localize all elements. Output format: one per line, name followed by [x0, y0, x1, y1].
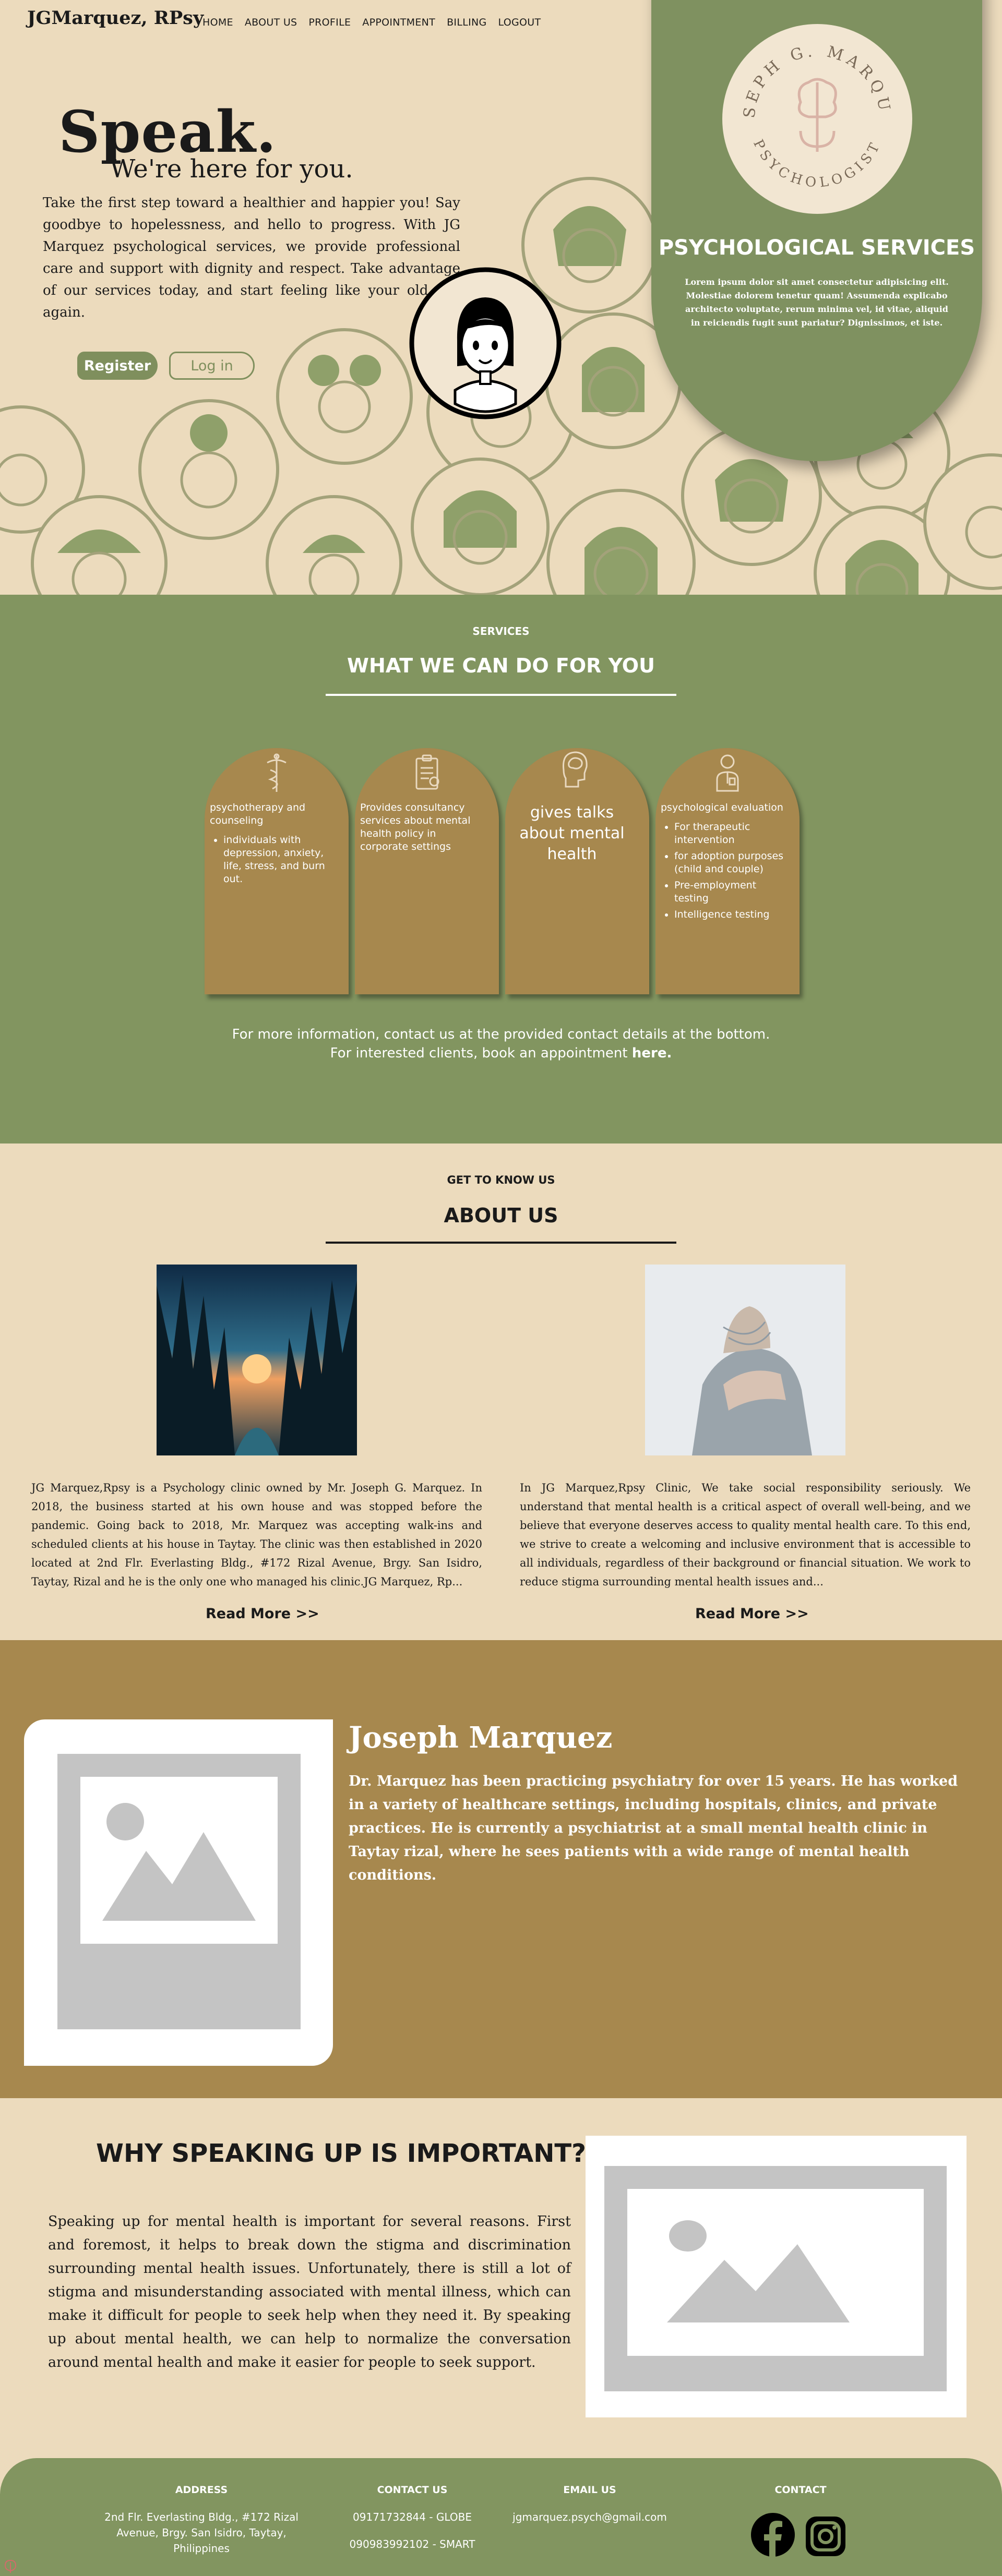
service-item: Intelligence testing: [674, 908, 784, 921]
main-nav: HOME ABOUT US PROFILE APPOINTMENT BILLIN…: [202, 17, 541, 28]
service-heading: Provides consultancy services about ment…: [360, 802, 471, 852]
services-kicker: SERVICES: [472, 625, 530, 637]
address-line: Philippines: [173, 2542, 230, 2555]
footer-phones: 09171732844 - GLOBE 090983992102 - SMART: [334, 2509, 491, 2552]
read-more-link-left[interactable]: Read More >>: [206, 1606, 319, 1622]
about-title: ABOUT US: [444, 1204, 558, 1227]
footer-contact-heading: CONTACT US: [377, 2484, 448, 2496]
service-item: individuals with depression, anxiety, li…: [223, 834, 333, 886]
nav-logout[interactable]: LOGOUT: [498, 17, 541, 28]
brain-logo-icon: [797, 78, 837, 152]
panel-text: Lorem ipsum dolor sit amet consectetur a…: [685, 277, 949, 328]
image-placeholder-icon: [604, 2166, 947, 2391]
doctor-name: Joseph Marquez: [349, 1720, 613, 1755]
read-more-link-right[interactable]: Read More >>: [695, 1606, 809, 1622]
seal-name-text: JOSEPH G. MARQUEZ: [722, 24, 894, 119]
service-card-body: gives talks about mental health: [510, 802, 634, 865]
image-placeholder-icon: [57, 1754, 301, 2029]
about-right-text: In JG Marquez,Rpsy Clinic, We take socia…: [520, 1482, 971, 1588]
about-divider: [326, 1242, 676, 1244]
service-card-body: psychotherapy and counseling individuals…: [210, 801, 333, 889]
appointment-note-text: For interested clients, book an appointm…: [330, 1045, 632, 1061]
footer-address-heading: ADDRESS: [175, 2484, 228, 2496]
footer-address: 2nd Flr. Everlasting Bldg., #172 Rizal A…: [97, 2509, 306, 2556]
appointment-link[interactable]: here.: [632, 1045, 672, 1061]
doctor-bio: Dr. Marquez has been practicing psychiat…: [349, 1773, 958, 1883]
service-heading: psychological evaluation: [661, 802, 783, 813]
person-shoulder-image: [645, 1265, 845, 1455]
facebook-icon[interactable]: [750, 2512, 795, 2557]
caduceus-icon: [267, 753, 287, 792]
clipboard-icon: [415, 754, 439, 790]
why-text: Speaking up for mental health is importa…: [48, 2213, 571, 2370]
services-contact-note: For more information, contact us at the …: [232, 1027, 770, 1042]
nav-appointment[interactable]: APPOINTMENT: [362, 17, 435, 28]
panel-title: PSYCHOLOGICAL SERVICES: [658, 236, 975, 260]
brain-head-icon: [563, 751, 588, 788]
about-left-text: JG Marquez,Rpsy is a Psychology clinic o…: [31, 1482, 482, 1588]
services-divider: [326, 694, 676, 696]
instagram-icon[interactable]: [806, 2517, 845, 2556]
corner-logo-icon: [4, 2559, 17, 2573]
address-line: 2nd Flr. Everlasting Bldg., #172 Rizal: [104, 2511, 299, 2523]
service-item: Pre-employment testing: [674, 879, 784, 905]
footer-social-heading: CONTACT: [774, 2484, 827, 2496]
footer-email-heading: EMAIL US: [563, 2484, 616, 2496]
service-card-body: psychological evaluation For therapeutic…: [661, 801, 784, 924]
nav-billing[interactable]: BILLING: [447, 17, 486, 28]
avatar-illustration: [409, 267, 562, 419]
address-line: Avenue, Brgy. San Isidro, Taytay,: [116, 2526, 287, 2539]
service-heading: gives talks about mental health: [519, 803, 625, 863]
nav-about-us[interactable]: ABOUT US: [245, 17, 297, 28]
nav-home[interactable]: HOME: [202, 17, 233, 28]
phone-smart[interactable]: 090983992102 - SMART: [334, 2536, 491, 2552]
service-card-body: Provides consultancy services about ment…: [360, 801, 483, 853]
register-button[interactable]: Register: [77, 352, 158, 380]
services-appointment-note: For interested clients, book an appointm…: [0, 1045, 1002, 1061]
login-button[interactable]: Log in: [169, 352, 255, 380]
brand-logo[interactable]: JGMarquez, RPsy: [27, 7, 204, 29]
psychologist-icon: [716, 754, 739, 792]
about-kicker: GET TO KNOW US: [447, 1174, 555, 1186]
why-title: WHY SPEAKING UP IS IMPORTANT?: [96, 2139, 586, 2168]
hero-text: Take the first step toward a healthier a…: [43, 195, 460, 320]
hero-subtitle: We're here for you.: [110, 154, 353, 184]
forest-sunset-image: [157, 1265, 357, 1455]
seal-text: JOSEPH G. MARQUEZ PSYCHOLOGIST: [722, 24, 894, 191]
service-item: For therapeutic intervention: [674, 821, 784, 847]
service-heading: psychotherapy and counseling: [210, 802, 306, 826]
services-title: WHAT WE CAN DO FOR YOU: [347, 654, 655, 677]
footer-email[interactable]: jgmarquez.psych@gmail.com: [501, 2509, 678, 2525]
phone-globe[interactable]: 09171732844 - GLOBE: [334, 2509, 491, 2525]
nav-profile[interactable]: PROFILE: [308, 17, 351, 28]
service-item: for adoption purposes (child and couple): [674, 850, 784, 876]
